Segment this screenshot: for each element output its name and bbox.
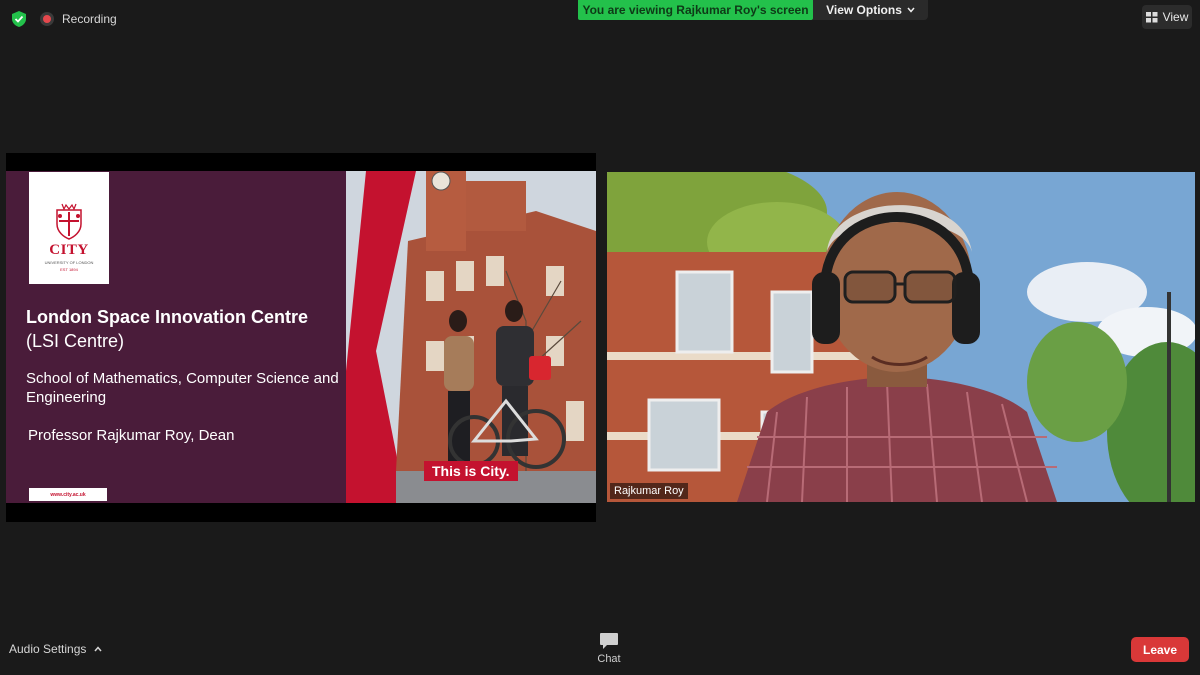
view-options-label: View Options: [826, 3, 902, 17]
audio-settings-button[interactable]: Audio Settings: [9, 642, 102, 656]
campus-photo: [346, 171, 596, 503]
viewing-screen-banner: You are viewing Rajkumar Roy's screen: [578, 0, 813, 20]
presentation-slide: CITY UNIVERSITY OF LONDON EST 1894 Londo…: [6, 171, 596, 503]
city-university-logo: CITY UNIVERSITY OF LONDON EST 1894: [29, 172, 109, 284]
slide-tagline: This is City.: [424, 461, 518, 481]
record-icon: [40, 12, 54, 26]
view-button[interactable]: View: [1142, 5, 1192, 29]
slide-title: London Space Innovation Centre: [26, 307, 309, 327]
chat-bubble-icon: [600, 633, 618, 649]
logo-text: CITY: [49, 242, 89, 258]
slide-presenter: Professor Rajkumar Roy, Dean: [28, 427, 235, 444]
chevron-down-icon: [907, 7, 915, 13]
audio-settings-label: Audio Settings: [9, 642, 87, 656]
encryption-shield-icon[interactable]: [10, 10, 28, 28]
participant-name-tag: Rajkumar Roy: [610, 483, 688, 499]
view-options-button[interactable]: View Options: [813, 0, 928, 20]
video-frame: [607, 172, 1195, 502]
logo-subtext: UNIVERSITY OF LONDON: [44, 260, 94, 265]
logo-est: EST 1894: [60, 267, 78, 272]
crest-icon: [56, 203, 82, 240]
chat-button[interactable]: Chat: [592, 632, 626, 670]
chevron-up-icon: [94, 646, 102, 652]
shared-screen[interactable]: CITY UNIVERSITY OF LONDON EST 1894 Londo…: [6, 153, 596, 522]
recording-label: Recording: [62, 12, 117, 26]
slide-abbreviation: (LSI Centre): [26, 331, 125, 351]
view-button-label: View: [1162, 10, 1189, 24]
slide-school: School of Mathematics, Computer Science …: [26, 370, 339, 406]
chat-label: Chat: [597, 653, 621, 665]
recording-indicator[interactable]: Recording: [40, 10, 117, 28]
participant-video[interactable]: Rajkumar Roy: [607, 172, 1195, 502]
leave-button[interactable]: Leave: [1131, 637, 1189, 662]
grid-view-icon: [1145, 11, 1158, 22]
slide-url: www.city.ac.uk: [29, 488, 107, 501]
